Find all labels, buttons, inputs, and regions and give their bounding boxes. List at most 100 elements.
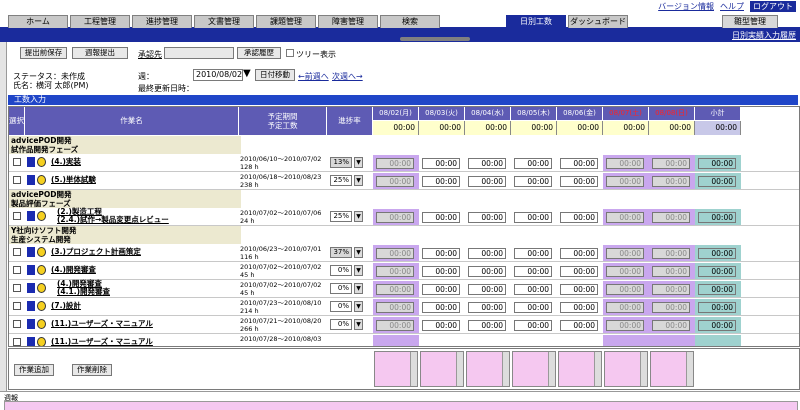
row-select-checkbox[interactable] bbox=[13, 248, 21, 256]
day-hours-cell[interactable]: 00:00 bbox=[511, 281, 557, 297]
tab-defect[interactable]: 障害管理 bbox=[318, 15, 378, 28]
prev-week-link[interactable]: ←前週へ bbox=[298, 71, 329, 82]
hours-input[interactable]: 00:00 bbox=[376, 176, 414, 187]
hours-input[interactable]: 00:00 bbox=[422, 158, 460, 169]
day-hours-cell[interactable]: 00:00 bbox=[419, 245, 465, 261]
chevron-down-icon[interactable]: ▼ bbox=[354, 247, 363, 258]
task-name[interactable]: (11.)ユーザーズ・マニュアル bbox=[51, 320, 153, 328]
day-hours-cell[interactable]: 00:00 bbox=[511, 317, 557, 333]
day-hours-cell[interactable]: 00:00 bbox=[373, 263, 419, 279]
day-hours-cell[interactable]: 00:00 bbox=[695, 281, 741, 297]
tab-dashboard[interactable]: ダッシュボード bbox=[568, 15, 628, 28]
scrollbar[interactable] bbox=[548, 352, 555, 386]
hours-input[interactable]: 00:00 bbox=[560, 176, 598, 187]
hours-input[interactable]: 00:00 bbox=[468, 266, 506, 277]
day-hours-cell[interactable]: 00:00 bbox=[695, 263, 741, 279]
task-name[interactable]: (3.)プロジェクト計画策定 bbox=[51, 248, 141, 256]
hours-input[interactable]: 00:00 bbox=[422, 284, 460, 295]
progress-rate-input[interactable]: 0% bbox=[330, 301, 352, 312]
day-hours-cell[interactable]: 00:00 bbox=[557, 173, 603, 189]
row-select-checkbox[interactable] bbox=[13, 158, 21, 166]
day-hours-cell[interactable]: 00:00 bbox=[373, 317, 419, 333]
progress-rate-input[interactable]: 13% bbox=[330, 157, 352, 168]
hours-input[interactable]: 00:00 bbox=[376, 320, 414, 331]
hours-input[interactable]: 00:00 bbox=[422, 320, 460, 331]
day-hours-cell[interactable]: 00:00 bbox=[649, 155, 695, 171]
progress-rate-input[interactable]: 25% bbox=[330, 211, 352, 222]
submit-report-button[interactable]: 週報提出 bbox=[72, 47, 128, 59]
day-hours-cell[interactable]: 00:00 bbox=[603, 317, 649, 333]
day-hours-cell[interactable]: 00:00 bbox=[419, 173, 465, 189]
day-hours-cell[interactable]: 00:00 bbox=[511, 263, 557, 279]
day-hours-cell[interactable]: 00:00 bbox=[373, 299, 419, 315]
delete-task-button[interactable]: 作業削除 bbox=[72, 364, 112, 376]
row-select-checkbox[interactable] bbox=[13, 320, 21, 328]
day-hours-cell[interactable]: 00:00 bbox=[695, 299, 741, 315]
hours-input[interactable]: 00:00 bbox=[560, 212, 598, 223]
week-dropdown-icon[interactable]: ▼ bbox=[243, 68, 251, 79]
chevron-down-icon[interactable]: ▼ bbox=[354, 265, 363, 276]
tab-document[interactable]: 文書管理 bbox=[194, 15, 254, 28]
day-hours-cell[interactable]: 00:00 bbox=[557, 245, 603, 261]
hours-input[interactable]: 00:00 bbox=[698, 320, 736, 331]
progress-rate-input[interactable]: 0% bbox=[330, 283, 352, 294]
hours-input[interactable]: 00:00 bbox=[422, 248, 460, 259]
hours-input[interactable]: 00:00 bbox=[606, 320, 644, 331]
day-hours-cell[interactable]: 00:00 bbox=[557, 299, 603, 315]
date-move-button[interactable]: 日付移動 bbox=[255, 69, 295, 81]
hours-input[interactable]: 00:00 bbox=[514, 284, 552, 295]
hours-input[interactable]: 00:00 bbox=[606, 158, 644, 169]
hours-input[interactable]: 00:00 bbox=[652, 320, 690, 331]
hours-input[interactable]: 00:00 bbox=[560, 320, 598, 331]
day-hours-cell[interactable]: 00:00 bbox=[603, 281, 649, 297]
hours-input[interactable]: 00:00 bbox=[698, 302, 736, 313]
day-hours-cell[interactable]: 00:00 bbox=[373, 281, 419, 297]
help-link[interactable]: ヘルプ bbox=[720, 1, 744, 12]
row-select-checkbox[interactable] bbox=[13, 266, 21, 274]
hours-input[interactable]: 00:00 bbox=[698, 284, 736, 295]
version-info-link[interactable]: バージョン情報 bbox=[658, 1, 714, 12]
day-hours-cell[interactable]: 00:00 bbox=[511, 299, 557, 315]
day-hours-cell[interactable]: 00:00 bbox=[465, 173, 511, 189]
chevron-down-icon[interactable]: ▼ bbox=[354, 301, 363, 312]
approval-history-button[interactable]: 承認履歴 bbox=[237, 47, 281, 59]
hours-input[interactable]: 00:00 bbox=[698, 248, 736, 259]
day-hours-cell[interactable]: 00:00 bbox=[695, 317, 741, 333]
hours-input[interactable]: 00:00 bbox=[606, 266, 644, 277]
day-hours-cell[interactable]: 00:00 bbox=[557, 155, 603, 171]
task-name[interactable]: (7.)設計 bbox=[51, 302, 81, 310]
hours-input[interactable]: 00:00 bbox=[652, 284, 690, 295]
chevron-down-icon[interactable]: ▼ bbox=[354, 157, 363, 168]
scrollbar[interactable] bbox=[686, 352, 693, 386]
week-input[interactable]: 2010/08/02 bbox=[193, 69, 243, 81]
hours-input[interactable]: 00:00 bbox=[560, 266, 598, 277]
day-hours-cell[interactable]: 00:00 bbox=[557, 281, 603, 297]
day-hours-cell[interactable]: 00:00 bbox=[373, 173, 419, 189]
day-hours-cell[interactable]: 00:00 bbox=[649, 209, 695, 225]
hours-input[interactable]: 00:00 bbox=[514, 248, 552, 259]
tab-issue[interactable]: 課題管理 bbox=[256, 15, 316, 28]
day-memo-textarea[interactable] bbox=[466, 351, 510, 387]
task-name[interactable]: (4.)実装 bbox=[51, 158, 81, 166]
progress-rate-input[interactable]: 0% bbox=[330, 319, 352, 330]
hours-input[interactable]: 00:00 bbox=[652, 302, 690, 313]
day-memo-textarea[interactable] bbox=[512, 351, 556, 387]
hours-input[interactable]: 00:00 bbox=[652, 212, 690, 223]
day-memo-textarea[interactable] bbox=[604, 351, 648, 387]
tab-home[interactable]: ホーム bbox=[8, 15, 68, 28]
hours-input[interactable]: 00:00 bbox=[422, 176, 460, 187]
day-hours-cell[interactable]: 00:00 bbox=[465, 281, 511, 297]
approver-field[interactable] bbox=[164, 47, 234, 59]
hours-input[interactable]: 00:00 bbox=[514, 212, 552, 223]
task-name[interactable]: (5.)単体試験 bbox=[51, 176, 96, 184]
hours-input[interactable]: 00:00 bbox=[468, 320, 506, 331]
left-collapse-bar[interactable] bbox=[0, 42, 7, 410]
day-hours-cell[interactable]: 00:00 bbox=[649, 281, 695, 297]
chevron-down-icon[interactable]: ▼ bbox=[354, 211, 363, 222]
day-hours-cell[interactable]: 00:00 bbox=[465, 299, 511, 315]
task-name[interactable]: (4.)開発審査 (4.1.)開発審査 bbox=[57, 280, 110, 296]
hours-input[interactable]: 00:00 bbox=[514, 302, 552, 313]
day-hours-cell[interactable]: 00:00 bbox=[695, 173, 741, 189]
day-hours-cell[interactable]: 00:00 bbox=[465, 155, 511, 171]
hours-input[interactable]: 00:00 bbox=[560, 302, 598, 313]
